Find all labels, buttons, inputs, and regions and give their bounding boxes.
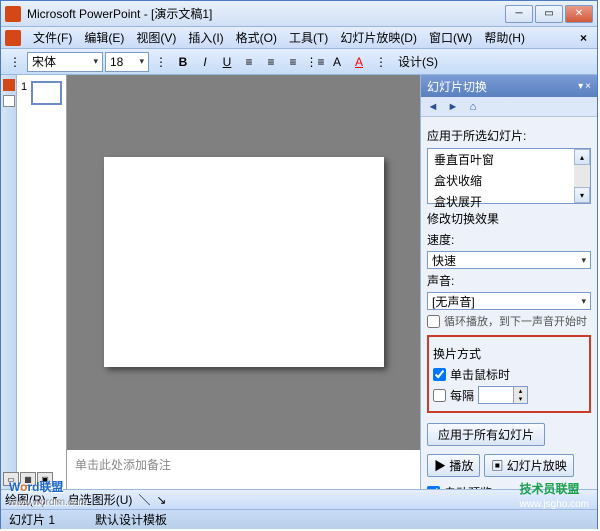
scrollbar[interactable]: ▴ ▾ [574, 149, 590, 203]
menubar: 文件(F) 编辑(E) 视图(V) 插入(I) 格式(O) 工具(T) 幻灯片放… [1, 27, 597, 49]
arrow-icon[interactable]: ↘ [156, 493, 166, 507]
scroll-down-icon[interactable]: ▾ [574, 187, 590, 203]
menu-slideshow[interactable]: 幻灯片放映(D) [334, 29, 423, 46]
on-click-checkbox[interactable] [433, 368, 446, 381]
every-label: 每隔 [450, 387, 474, 404]
maximize-button[interactable]: ▭ [535, 5, 563, 23]
font-size-combo[interactable]: 18 ▾ [105, 52, 149, 72]
every-checkbox[interactable] [433, 389, 446, 402]
taskpane-nav: ◄ ► ⌂ [421, 97, 597, 117]
menu-edit[interactable]: 编辑(E) [78, 29, 130, 46]
menu-file[interactable]: 文件(F) [27, 29, 78, 46]
doc-close-button[interactable]: × [574, 31, 593, 45]
font-size: 18 [110, 55, 123, 69]
speed-combo[interactable]: 快速 ▾ [427, 251, 591, 269]
list-item[interactable]: 盒状收缩 [428, 170, 590, 191]
sound-combo[interactable]: [无声音] ▾ [427, 292, 591, 310]
dropdown-arrow-icon: ▾ [93, 56, 98, 67]
bold-button[interactable]: B [173, 52, 193, 72]
highlight-box: 换片方式 单击鼠标时 每隔 ▴▾ [427, 335, 591, 413]
font-increase-button[interactable]: A [327, 52, 347, 72]
taskpane-close-icon[interactable]: × [585, 81, 591, 92]
statusbar: 幻灯片 1 默认设计模板 [1, 509, 597, 529]
menu-format[interactable]: 格式(O) [230, 29, 283, 46]
toolbar-handle-icon: ⋮ [5, 52, 25, 72]
nav-home-icon[interactable]: ⌂ [465, 99, 481, 115]
slides-tab-icon[interactable] [3, 79, 15, 91]
underline-button[interactable]: U [217, 52, 237, 72]
slide-canvas[interactable] [104, 157, 384, 367]
transition-list[interactable]: 垂直百叶窗 盒状收缩 盒状展开 ▴ ▾ [427, 148, 591, 204]
list-item[interactable]: 垂直百叶窗 [428, 149, 590, 170]
nav-back-icon[interactable]: ◄ [425, 99, 441, 115]
loop-checkbox[interactable] [427, 315, 440, 328]
font-name: 宋体 [32, 53, 56, 70]
play-button[interactable]: ▶ 播放 [427, 454, 480, 477]
align-center-button[interactable]: ≡ [261, 52, 281, 72]
task-pane: 幻灯片切换 ▾× ◄ ► ⌂ 应用于所选幻灯片: 垂直百叶窗 盒状收缩 盒状展开… [420, 75, 597, 489]
watermark-jsgho: 技术员联盟www.jsgho.com [520, 476, 589, 510]
spin-down-icon[interactable]: ▾ [513, 395, 527, 403]
toolbar-more2-icon[interactable]: ⋮ [371, 52, 391, 72]
italic-button[interactable]: I [195, 52, 215, 72]
doc-icon [5, 30, 21, 46]
design-label: 设计(S) [398, 53, 438, 70]
auto-preview-checkbox[interactable] [427, 486, 440, 489]
list-item[interactable]: 盒状展开 [428, 191, 590, 212]
design-button[interactable]: 设计(S) [393, 52, 443, 72]
apply-to-label: 应用于所选幻灯片: [427, 127, 591, 144]
toolbar-more-icon[interactable]: ⋮ [151, 52, 171, 72]
menu-help[interactable]: 帮助(H) [478, 29, 531, 46]
sound-label: 声音: [427, 272, 459, 289]
modify-label: 修改切换效果 [427, 210, 591, 227]
spin-up-icon[interactable]: ▴ [513, 387, 527, 395]
menu-insert[interactable]: 插入(I) [182, 29, 229, 46]
menu-window[interactable]: 窗口(W) [423, 29, 478, 46]
line-icon[interactable]: ＼ [138, 491, 150, 508]
watermark-wordlm: Word联盟www.wordlm.com [9, 471, 87, 508]
speed-value: 快速 [432, 252, 456, 269]
tab-strip [1, 75, 17, 489]
dropdown-arrow-icon: ▾ [581, 255, 586, 266]
window-title: Microsoft PowerPoint - [演示文稿1] [27, 5, 505, 22]
align-right-button[interactable]: ≡ [283, 52, 303, 72]
thumb-number: 1 [21, 81, 27, 105]
close-button[interactable]: ✕ [565, 5, 593, 23]
interval-spinner[interactable]: ▴▾ [478, 386, 528, 404]
taskpane-header: 幻灯片切换 ▾× [421, 75, 597, 97]
slide-thumbnails: 1 [17, 75, 67, 489]
taskpane-menu-icon[interactable]: ▾ [578, 81, 583, 92]
font-color-button[interactable]: A [349, 52, 369, 72]
slideshow-btn-label: 幻灯片放映 [507, 459, 567, 473]
taskpane-title: 幻灯片切换 [427, 78, 487, 95]
notes-pane[interactable]: 单击此处添加备注 [67, 449, 420, 489]
dropdown-arrow-icon: ▾ [139, 56, 144, 67]
advance-label: 换片方式 [433, 345, 585, 362]
nav-fwd-icon[interactable]: ► [445, 99, 461, 115]
titlebar: Microsoft PowerPoint - [演示文稿1] ─ ▭ ✕ [1, 1, 597, 27]
slide-thumb-1[interactable] [31, 81, 62, 105]
dropdown-arrow-icon: ▾ [581, 296, 586, 307]
loop-label: 循环播放，到下一声音开始时 [444, 313, 587, 329]
drawing-toolbar: 绘图(R) ↖ 自选图形(U) ＼ ↘ [1, 489, 597, 509]
apply-all-button[interactable]: 应用于所有幻灯片 [427, 423, 545, 446]
menu-view[interactable]: 视图(V) [130, 29, 182, 46]
formatting-toolbar: ⋮ 宋体 ▾ 18 ▾ ⋮ B I U ≡ ≡ ≡ ⋮≡ A A ⋮ 设计(S) [1, 49, 597, 75]
scroll-up-icon[interactable]: ▴ [574, 149, 590, 165]
minimize-button[interactable]: ─ [505, 5, 533, 23]
align-left-button[interactable]: ≡ [239, 52, 259, 72]
speed-label: 速度: [427, 231, 459, 248]
menu-tools[interactable]: 工具(T) [283, 29, 334, 46]
slide-indicator: 幻灯片 1 [9, 511, 55, 528]
app-icon [5, 6, 21, 22]
template-indicator: 默认设计模板 [95, 511, 167, 528]
on-click-label: 单击鼠标时 [450, 366, 510, 383]
auto-preview-label: 自动预览 [444, 484, 492, 489]
canvas-area: 单击此处添加备注 [67, 75, 420, 489]
outline-tab-icon[interactable] [3, 95, 15, 107]
bullets-button[interactable]: ⋮≡ [305, 52, 325, 72]
sound-value: [无声音] [432, 293, 475, 310]
font-combo[interactable]: 宋体 ▾ [27, 52, 103, 72]
slideshow-button[interactable]: ▣ 幻灯片放映 [484, 454, 573, 477]
